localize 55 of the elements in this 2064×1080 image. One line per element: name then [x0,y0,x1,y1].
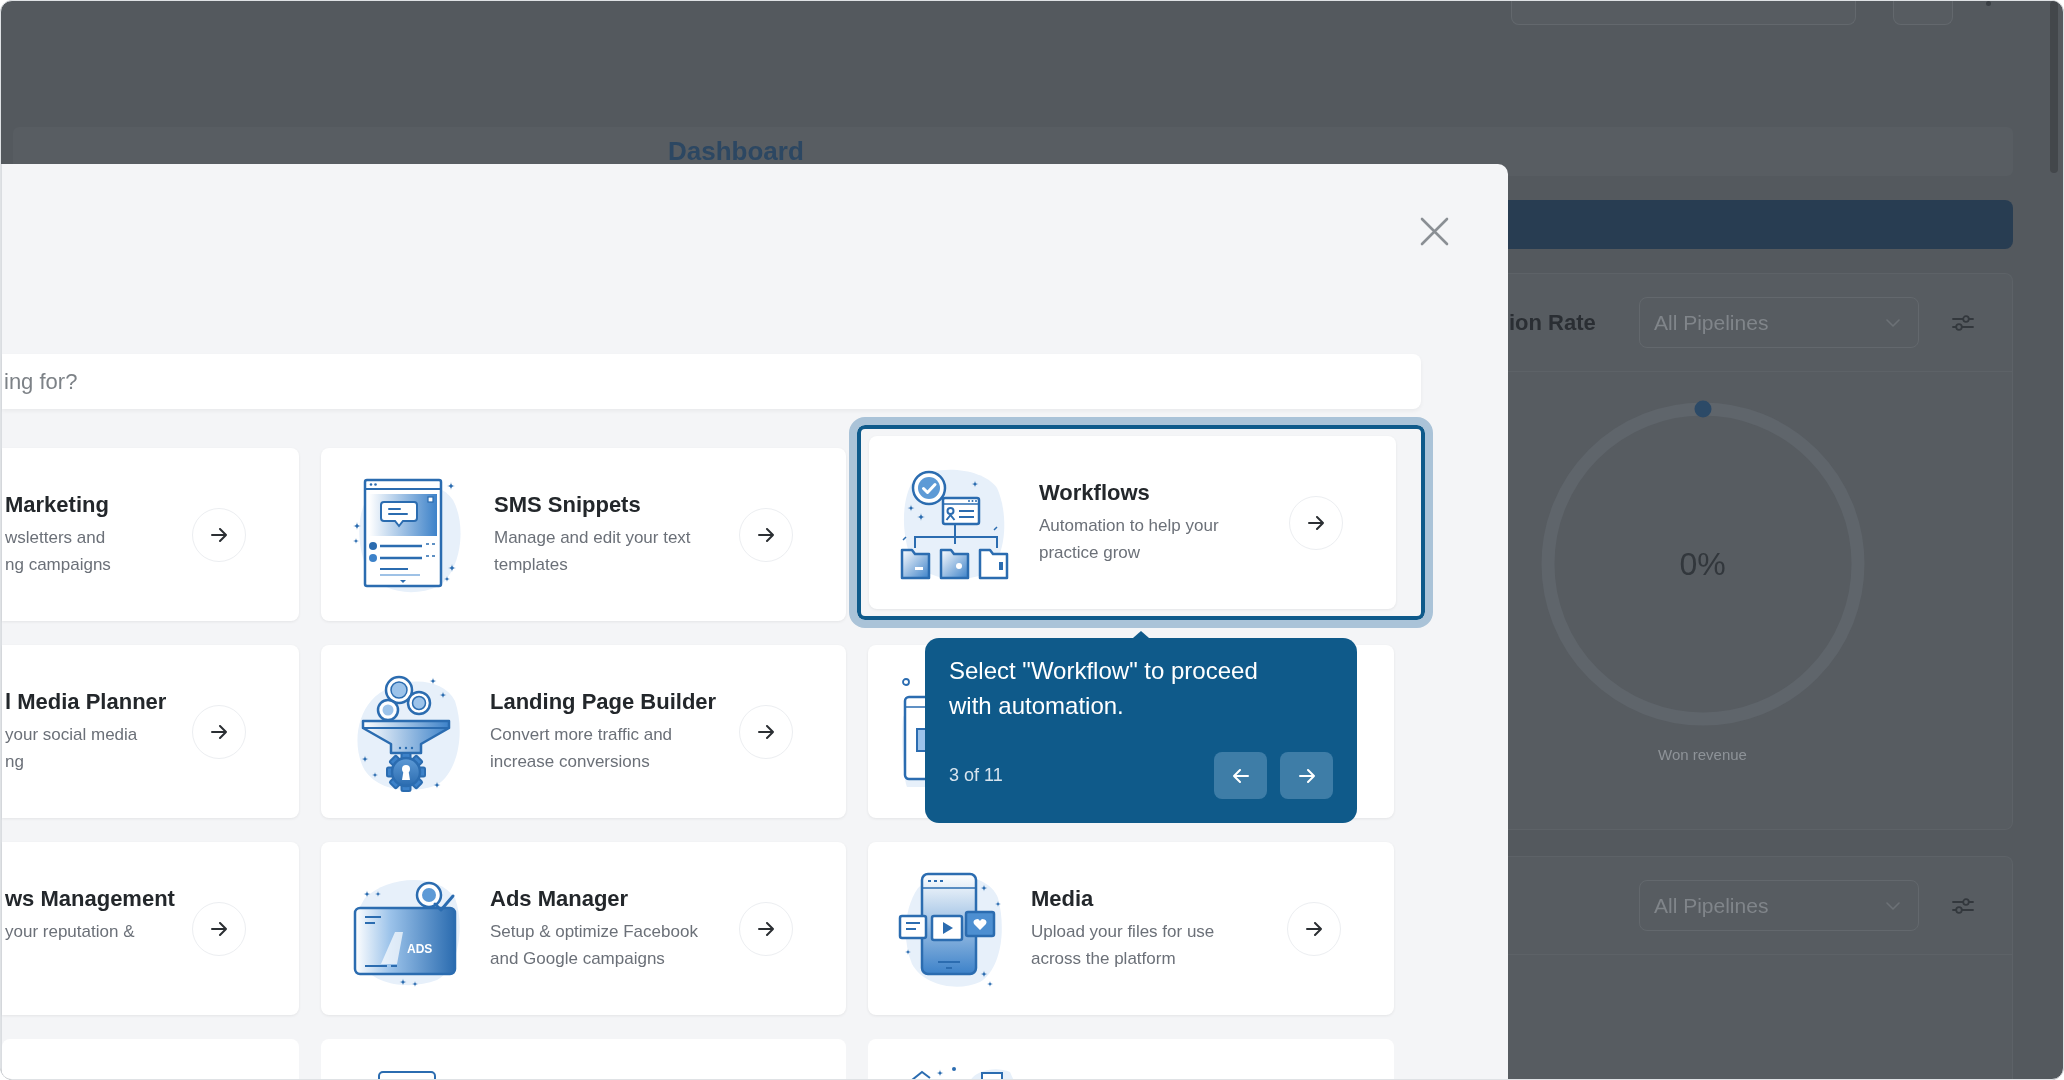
dot-icon [1986,1,1991,6]
sliders-icon[interactable] [1952,897,1974,914]
arrow-button[interactable] [739,901,793,956]
arrow-button[interactable] [1287,901,1341,956]
card-title: Ads Manager [490,885,630,913]
app-card[interactable]: Workflows Automation to help your practice grow [849,417,1433,628]
sliders-icon[interactable] [1952,314,1974,331]
card-title: l Media Planner [5,688,168,716]
arrow-right-icon [211,921,227,936]
card-description: wsletters and ng campaigns [5,527,112,576]
ad-label: ADS [407,942,433,956]
search-field[interactable]: ing for? [2,354,1421,409]
card-title: Marketing [5,491,110,519]
card-title: Media [1031,885,1095,913]
arrow-right-icon [1298,768,1315,783]
card-title: Workflows [1039,479,1151,507]
arrow-right-icon [211,527,227,542]
step-counter: 3 of 11 [949,764,1003,787]
card-description: Upload your files for use across the platform [1031,921,1216,970]
arrow-right-icon [758,724,774,739]
card-description: Manage and edit your text templates [494,527,692,576]
previous-button[interactable] [1214,752,1267,799]
app-card[interactable]: ADS Ads Manager Setup & optimize Facebook and Google campaigns [321,842,846,1015]
app-card[interactable]: ws Management your reputation & [2,842,299,1015]
arrow-button[interactable] [192,704,246,759]
tooltip-text: Select "Workflow" to proceed with automation. [949,656,1259,721]
arrow-right-icon [758,527,774,542]
app-card[interactable]: SMS Snippets Manage and edit your text templates [321,448,846,621]
date-range-field[interactable] [1511,1,1856,25]
card-description: Convert more traffic and increase conversions [490,724,674,773]
card-title: ws Management [5,885,176,913]
app-card[interactable]: l Media Planner your social media ng [2,645,299,818]
next-button[interactable] [1280,752,1333,799]
card-description: your reputation & [5,921,136,943]
arrow-right-icon [758,921,774,936]
card-title: Landing Page Builder [490,688,718,716]
card-description: Automation to help your practice grow [1039,515,1220,564]
app-card[interactable]: Landing Page Builder Convert more traffic and increase conversions [321,645,846,818]
arrow-right-icon [1308,515,1324,530]
arrow-button[interactable] [739,704,793,759]
arrow-button[interactable] [192,901,246,956]
card-description: your social media ng [5,724,139,773]
app-card[interactable]: Marketing wsletters and ng campaigns [2,448,299,621]
arrow-button[interactable] [739,507,793,562]
card-description: Setup & optimize Facebook and Google campaigns [490,921,699,970]
close-button[interactable] [1420,217,1449,246]
arrow-button[interactable] [192,507,246,562]
partial-window-drawing [377,1071,437,1079]
arrow-right-icon [1306,921,1322,936]
app-card[interactable]: Media Upload your files for use across the platform [868,842,1394,1015]
arrow-left-icon [1232,768,1249,783]
card-title: SMS Snippets [494,491,642,519]
arrow-right-icon [211,724,227,739]
close-icon [1420,217,1449,246]
scrollbar-thumb[interactable] [2050,1,2058,173]
